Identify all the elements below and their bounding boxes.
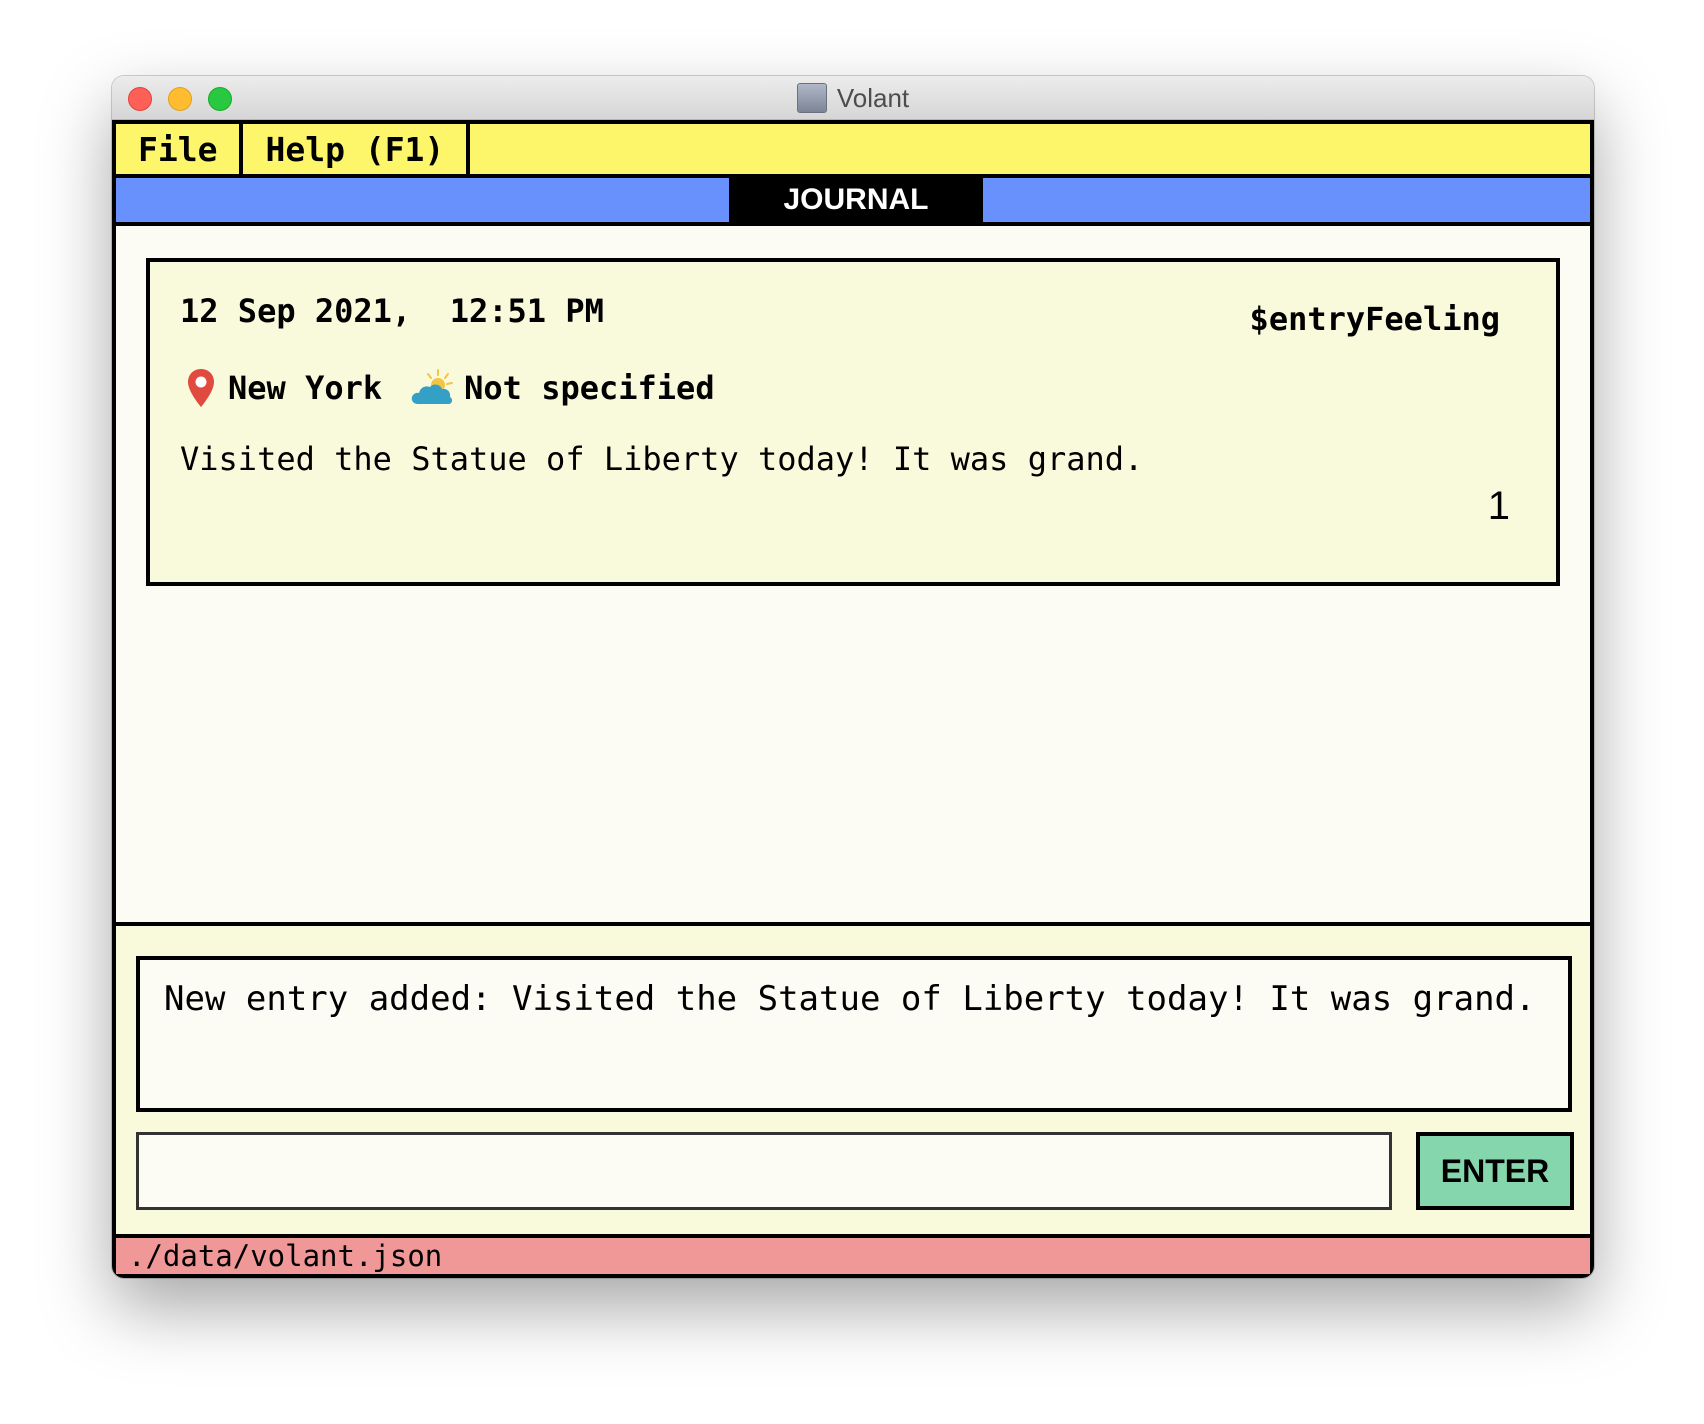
tab-bar: JOURNAL xyxy=(116,178,1590,226)
entry-meta: New York Not specified xyxy=(186,366,715,410)
title-bar: Volant xyxy=(112,76,1594,120)
status-bar: ./data/volant.json xyxy=(116,1234,1590,1274)
data-file-path: ./data/volant.json xyxy=(128,1239,443,1273)
partly-cloudy-icon xyxy=(411,369,454,404)
result-display: New entry added: Visited the Statue of L… xyxy=(136,956,1572,1112)
app-icon xyxy=(796,83,827,113)
map-pin-icon xyxy=(188,369,214,407)
menu-help[interactable]: Help (F1) xyxy=(243,124,471,174)
app-window: Volant File Help (F1) JOURNAL 12 Sep 202… xyxy=(112,76,1594,1278)
app-content: File Help (F1) JOURNAL 12 Sep 2021, 12:5… xyxy=(112,120,1594,1278)
journal-entry-card[interactable]: 12 Sep 2021, 12:51 PM $entryFeeling New … xyxy=(146,258,1560,586)
command-panel: New entry added: Visited the Statue of L… xyxy=(116,922,1590,1234)
entry-date: 12 Sep 2021, 12:51 PM xyxy=(180,292,604,330)
window-title: Volant xyxy=(836,82,910,113)
menu-file[interactable]: File xyxy=(116,124,244,174)
entry-location: New York xyxy=(228,369,383,407)
entry-text: Visited the Statue of Liberty today! It … xyxy=(180,440,1144,478)
entry-feeling: $entryFeeling xyxy=(1249,300,1500,338)
tab-journal[interactable]: JOURNAL xyxy=(729,178,983,222)
window-title-area: Volant xyxy=(112,76,1594,120)
entry-weather: Not specified xyxy=(464,369,715,407)
command-input[interactable] xyxy=(136,1132,1392,1210)
menu-bar: File Help (F1) xyxy=(116,124,1590,178)
entry-index: 1 xyxy=(1487,484,1510,528)
enter-button[interactable]: ENTER xyxy=(1416,1132,1574,1210)
